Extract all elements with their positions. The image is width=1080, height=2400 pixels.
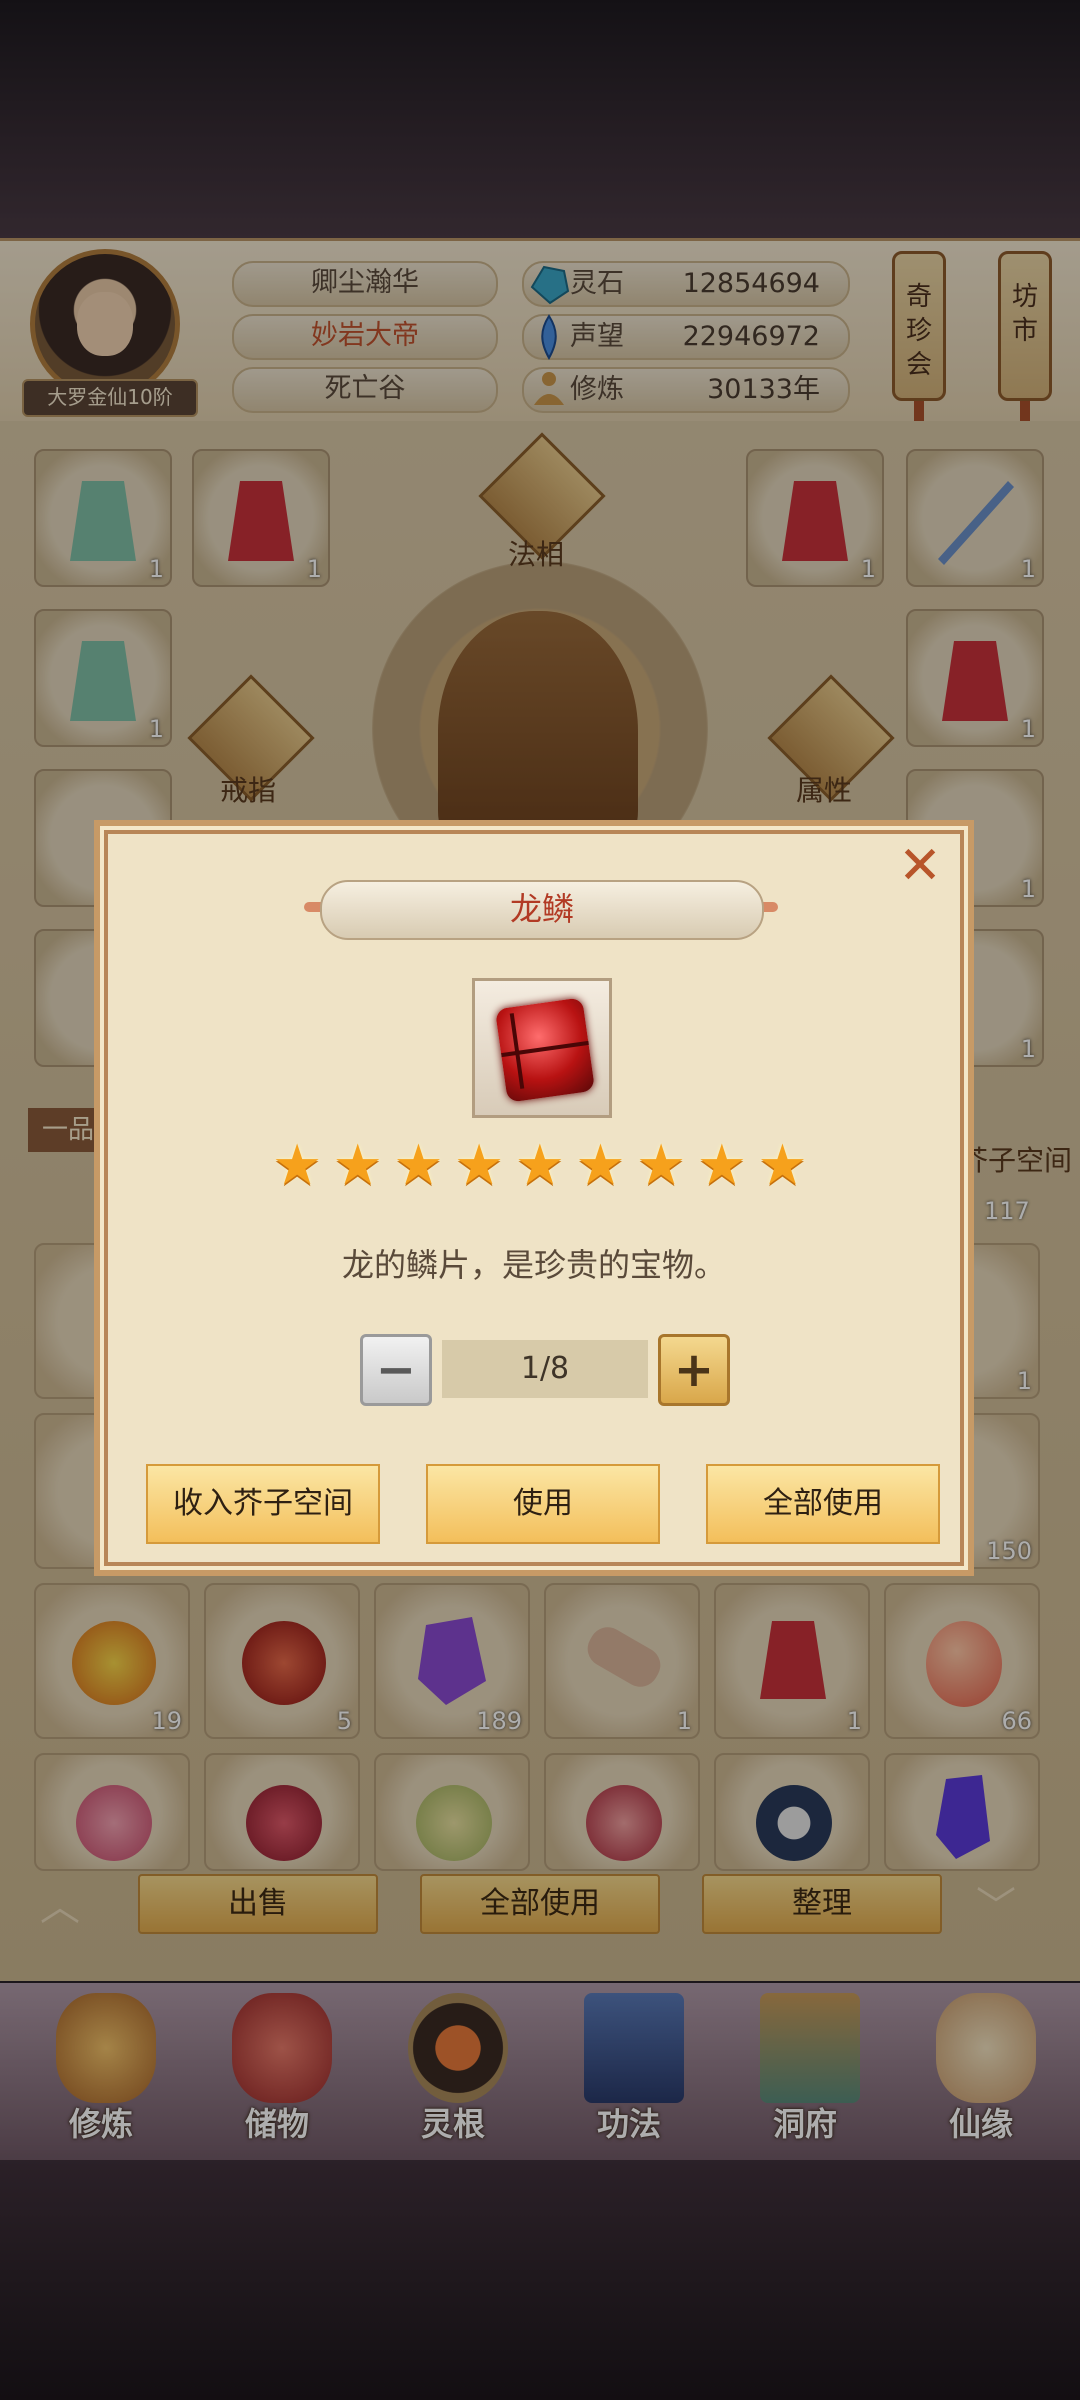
item-icon-frame [472, 978, 612, 1118]
close-button[interactable]: ✕ [894, 840, 946, 892]
use-all-items-button[interactable]: 全部使用 [706, 1464, 940, 1544]
store-to-mustard-space-button[interactable]: 收入芥子空间 [146, 1464, 380, 1544]
quantity-display[interactable]: 1/8 [442, 1340, 648, 1398]
quantity-plus-button[interactable]: + [658, 1334, 730, 1406]
item-title: 龙鳞 [320, 880, 764, 940]
star-icon: ★ [696, 1133, 747, 1198]
star-icon: ★ [393, 1133, 444, 1198]
item-description: 龙的鳞片，是珍贵的宝物。 [341, 1246, 726, 1284]
quantity-minus-button[interactable]: − [360, 1334, 432, 1406]
use-button[interactable]: 使用 [426, 1464, 660, 1544]
star-icon: ★ [454, 1133, 505, 1198]
star-icon: ★ [332, 1133, 383, 1198]
star-icon: ★ [636, 1133, 687, 1198]
star-icon: ★ [757, 1133, 808, 1198]
star-icon: ★ [514, 1133, 565, 1198]
star-icon: ★ [575, 1133, 626, 1198]
item-star-rating: ★ ★ ★ ★ ★ ★ ★ ★ ★ [272, 1138, 812, 1198]
item-detail-dialog: ✕ 龙鳞 ★ ★ ★ ★ ★ ★ ★ ★ ★ 龙的鳞片，是珍贵的宝物。 − 1/8 + 收入芥子… [94, 820, 974, 1576]
star-icon: ★ [272, 1133, 323, 1198]
